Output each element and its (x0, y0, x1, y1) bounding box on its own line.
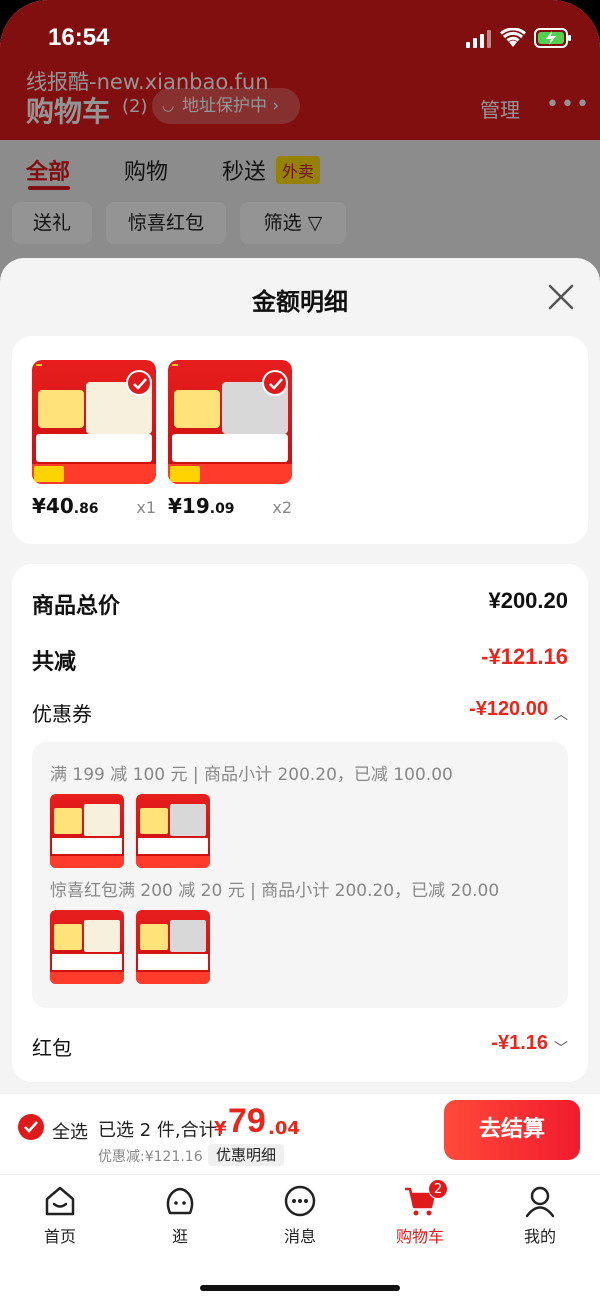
total-reduction-row: 共减 -¥121.16 (32, 644, 568, 675)
product-quantity: x2 (272, 498, 292, 517)
total-amount-integer: 79 (228, 1102, 266, 1140)
tab-profile[interactable]: 我的 (490, 1183, 590, 1253)
selected-summary: 已选 2 件,合计: (98, 1120, 223, 1141)
sheet-title: 金额明细 (252, 288, 348, 316)
brand-logo-icon (172, 364, 178, 366)
price-breakdown-card: 商品总价 ¥200.20 共减 -¥121.16 优惠券 -¥120.00 ︿ … (12, 564, 588, 1082)
coupon-value: -¥120.00 (469, 698, 548, 720)
profile-icon (525, 1186, 555, 1218)
tab-home[interactable]: 首页 (10, 1183, 110, 1253)
discount-amount: 优惠减:¥121.16 (98, 1149, 203, 1165)
discount-detail-button[interactable]: 优惠明细 (208, 1144, 285, 1166)
brand-logo-icon (36, 364, 42, 366)
selected-check-icon (262, 370, 288, 396)
amount-detail-sheet: 金额明细 ¥40.86 x1 ¥19.09 x2 商品总价 ¥200.20 共减… (0, 258, 600, 1298)
tab-cart[interactable]: 2 购物车 (370, 1179, 470, 1253)
redpacket-row[interactable]: 红包 -¥1.16 ﹀ (32, 1032, 568, 1062)
checkout-button[interactable]: 去结算 (444, 1100, 580, 1160)
coupon-product-thumbnail (50, 794, 124, 868)
product-thumbnail (168, 360, 292, 484)
signal-icon (466, 30, 491, 48)
product-list-card: ¥40.86 x1 ¥19.09 x2 (12, 336, 588, 544)
home-indicator (200, 1285, 400, 1291)
total-price-label: 商品总价 (32, 594, 121, 619)
coupon-label: 优惠券 (32, 702, 92, 726)
product-price: ¥19.09 (168, 494, 235, 518)
redpacket-value: -¥1.16 (491, 1032, 548, 1054)
product-quantity: x1 (136, 498, 156, 517)
product-item[interactable]: ¥40.86 x1 (32, 360, 156, 518)
total-price-value: ¥200.20 (488, 588, 568, 613)
cart-badge: 2 (428, 1179, 448, 1199)
total-price-row: 商品总价 ¥200.20 (32, 588, 568, 619)
coupon-line: 惊喜红包满 200 减 20 元 | 商品小计 200.20，已减 20.00 (50, 881, 500, 901)
coupon-product-thumbnail (50, 910, 124, 984)
home-icon (45, 1186, 75, 1216)
total-currency: ¥ (214, 1118, 227, 1139)
tab-messages[interactable]: 消息 (250, 1183, 350, 1253)
chevron-up-icon: ︿ (554, 707, 568, 723)
select-all-checkbox[interactable] (18, 1114, 44, 1140)
total-reduction-label: 共减 (32, 650, 77, 675)
battery-charging-icon (534, 28, 571, 48)
checkout-bar: 全选 已选 2 件,合计: ¥ 79 .04 优惠减:¥121.16 优惠明细 … (0, 1094, 600, 1174)
total-amount-decimal: .04 (268, 1118, 300, 1139)
chevron-down-icon: ﹀ (554, 1041, 568, 1057)
status-bar: 16:54 (0, 0, 600, 70)
coupon-line: 满 199 减 100 元 | 商品小计 200.20，已减 100.00 (50, 765, 453, 785)
wifi-icon (500, 28, 526, 47)
message-icon (284, 1185, 316, 1217)
product-price: ¥40.86 (32, 494, 99, 518)
coupon-detail-box: 满 199 减 100 元 | 商品小计 200.20，已减 100.00 惊喜… (32, 742, 568, 1008)
coupon-product-thumbnail (136, 794, 210, 868)
coupon-row[interactable]: 优惠券 -¥120.00 ︿ (32, 698, 568, 728)
coupon-product-thumbnail (136, 910, 210, 984)
product-thumbnail (32, 360, 156, 484)
status-time: 16:54 (48, 24, 110, 51)
browse-icon (166, 1187, 194, 1215)
tab-browse[interactable]: 逛 (130, 1183, 230, 1253)
total-reduction-value: -¥121.16 (481, 644, 568, 669)
selected-check-icon (126, 370, 152, 396)
product-item[interactable]: ¥19.09 x2 (168, 360, 292, 518)
close-icon[interactable] (546, 282, 576, 312)
redpacket-label: 红包 (32, 1036, 72, 1060)
bottom-tab-bar: 首页 逛 消息 2 购物车 我的 (0, 1174, 600, 1298)
select-all-label[interactable]: 全选 (52, 1118, 88, 1144)
